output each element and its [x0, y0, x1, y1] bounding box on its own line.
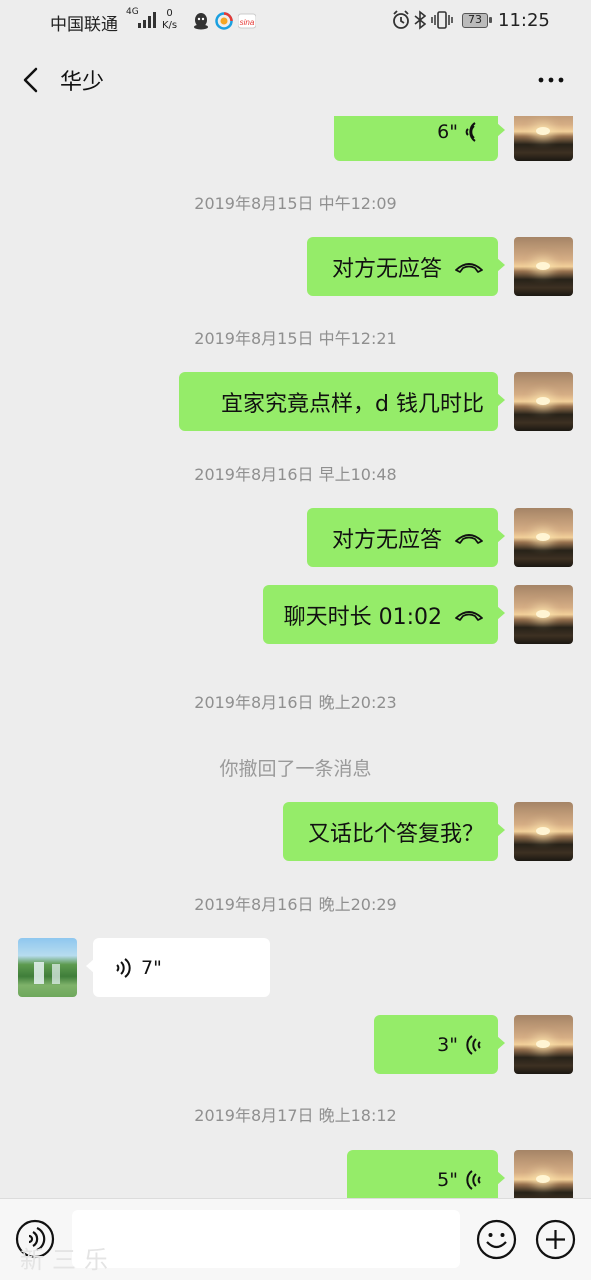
contact-avatar[interactable] — [18, 938, 77, 997]
phone-icon — [455, 610, 483, 621]
network-speed: 0 K/s — [162, 8, 177, 32]
call-record-outgoing[interactable]: 对方无应答 — [307, 237, 505, 296]
self-avatar[interactable] — [514, 237, 573, 296]
more-functions-button[interactable] — [535, 1219, 576, 1260]
self-avatar[interactable] — [514, 372, 573, 431]
status-time: 11:25 — [498, 10, 550, 31]
message-timestamp: 2019年8月15日 中午12:21 — [194, 329, 397, 348]
message-timestamp: 2019年8月16日 晚上20:23 — [194, 693, 397, 712]
voice-message-incoming[interactable]: 7" — [86, 938, 270, 997]
voice-duration: 6" — [437, 120, 458, 143]
call-status-text: 对方无应答 — [331, 527, 442, 553]
call-duration-text: 聊天时长 01:02 — [283, 604, 442, 630]
message-timestamp: 2019年8月15日 中午12:09 — [194, 194, 397, 213]
phone-icon — [455, 533, 483, 544]
emoji-icon — [476, 1219, 517, 1260]
self-avatar[interactable] — [514, 1150, 573, 1198]
voice-message-outgoing[interactable]: 5" — [347, 1150, 505, 1198]
phone-icon — [455, 262, 483, 273]
message-input[interactable] — [72, 1210, 460, 1268]
self-avatar[interactable] — [514, 508, 573, 567]
emoji-button[interactable] — [476, 1219, 517, 1260]
text-message-outgoing[interactable]: 宜家究竟点样，d 钱几时比 — [179, 372, 505, 431]
call-record-outgoing[interactable]: 对方无应答 — [307, 508, 505, 567]
message-timestamp: 2019年8月17日 晚上18:12 — [194, 1106, 397, 1125]
call-record-outgoing[interactable]: 聊天时长 01:02 — [263, 585, 505, 644]
alarm-icon — [392, 10, 410, 35]
self-avatar[interactable] — [514, 585, 573, 644]
message-list[interactable]: 6" 2019年8月15日 中午12:09 对方无应答 2019年8月15日 中… — [0, 116, 591, 1198]
more-icon — [538, 77, 564, 83]
self-avatar[interactable] — [514, 802, 573, 861]
browser-icon — [215, 12, 233, 30]
chat-title: 华少 — [60, 70, 105, 95]
qq-icon — [192, 12, 210, 30]
network-type: 4G — [126, 7, 139, 17]
signal-icon — [138, 12, 156, 28]
chevron-left-icon — [23, 67, 38, 93]
svg-text:sina: sina — [240, 18, 255, 27]
weibo-icon: sina — [237, 12, 257, 30]
chat-header: 华少 — [0, 44, 591, 116]
plus-icon — [535, 1219, 576, 1260]
voice-duration: 5" — [437, 1168, 458, 1191]
voice-duration: 3" — [437, 1033, 458, 1056]
voice-message-outgoing[interactable]: 6" — [334, 116, 505, 161]
self-avatar[interactable] — [514, 1015, 573, 1074]
vibrate-icon — [431, 10, 453, 35]
voice-wave-icon — [466, 1169, 481, 1190]
message-text: 宜家究竟点样，d 钱几时比 — [221, 391, 484, 417]
voice-wave-icon — [116, 957, 131, 978]
message-timestamp: 2019年8月16日 晚上20:29 — [194, 895, 397, 914]
text-message-outgoing[interactable]: 又话比个答复我？ — [283, 802, 505, 861]
watermark: 新三乐 — [20, 1246, 116, 1274]
recalled-message-notice: 你撤回了一条消息 — [219, 758, 372, 780]
network-speed-value: 0 — [166, 8, 173, 19]
bluetooth-icon — [414, 10, 427, 35]
network-speed-unit: K/s — [162, 20, 178, 31]
carrier-name: 中国联通 — [50, 15, 118, 35]
back-button[interactable] — [18, 66, 46, 94]
voice-wave-icon — [466, 1034, 481, 1055]
call-status-text: 对方无应答 — [331, 256, 442, 282]
voice-wave-icon — [465, 121, 476, 142]
message-timestamp: 2019年8月16日 早上10:48 — [194, 465, 397, 484]
message-text: 又话比个答复我？ — [307, 821, 484, 847]
status-bar: 中国联通 4G 0 K/s sina 73 11:25 — [0, 0, 591, 44]
more-options-button[interactable] — [536, 66, 566, 94]
voice-message-outgoing[interactable]: 3" — [374, 1015, 505, 1074]
voice-duration: 7" — [141, 956, 162, 979]
battery-level: 73 — [468, 13, 482, 26]
self-avatar[interactable] — [514, 116, 573, 161]
battery-icon: 73 — [462, 13, 492, 28]
